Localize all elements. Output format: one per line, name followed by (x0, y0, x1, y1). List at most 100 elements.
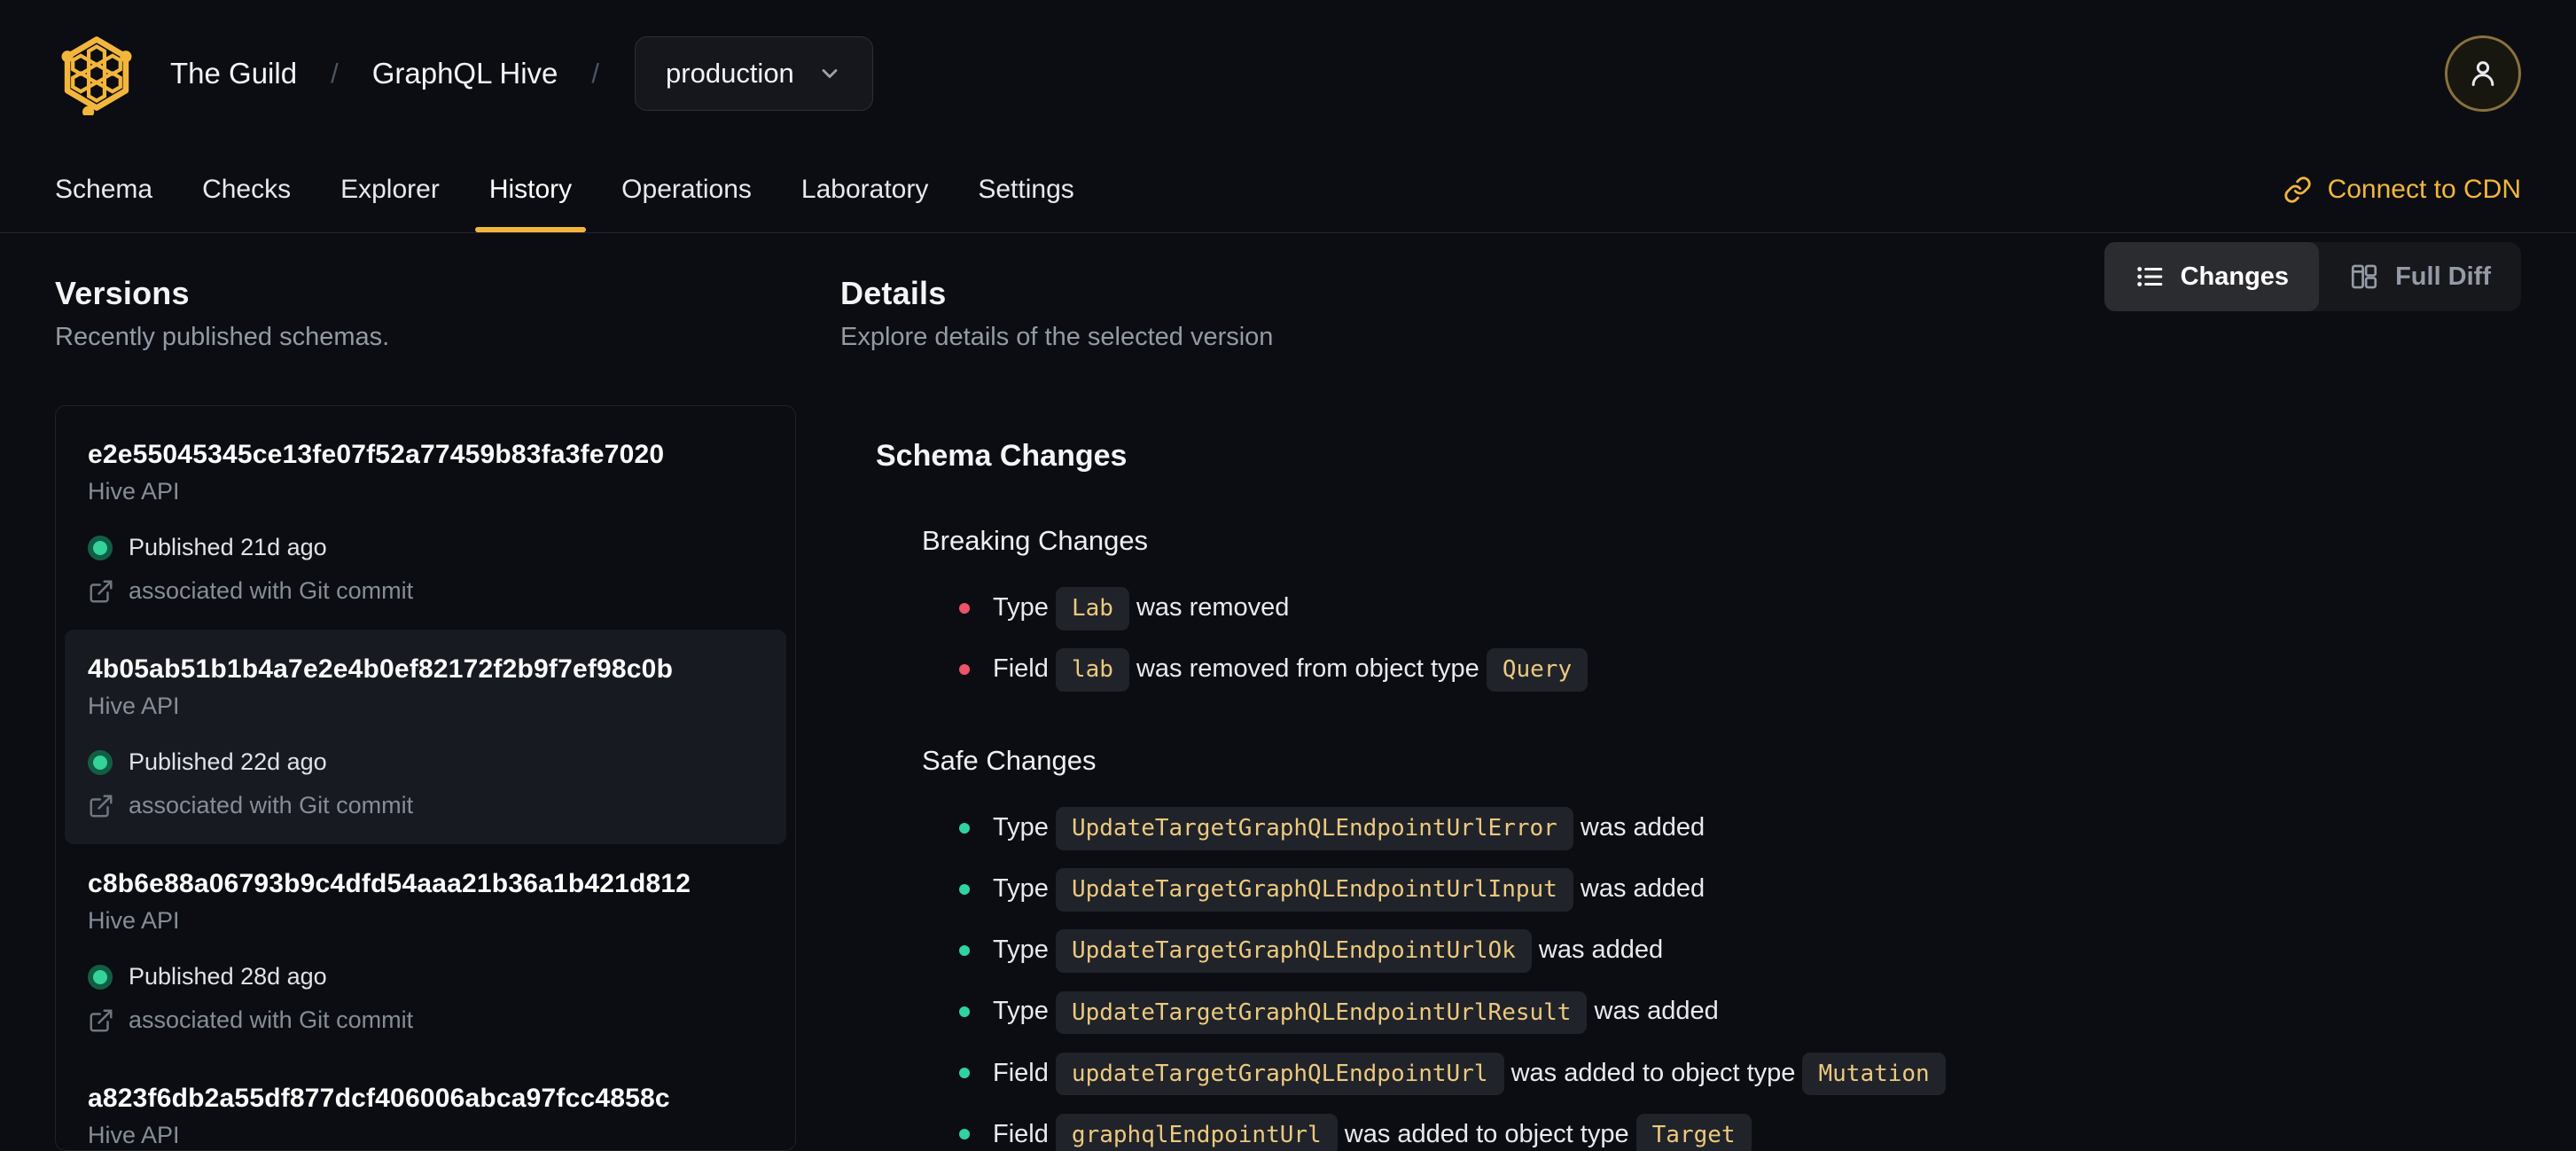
breaking-changes-list: Type Lab was removed Field lab was remove… (959, 583, 2521, 693)
changes-toggle-label: Changes (2180, 262, 2290, 291)
code-chip: Query (1486, 648, 1589, 692)
git-commit-link[interactable]: associated with Git commit (88, 577, 763, 605)
versions-list[interactable]: e2e55045345ce13fe07f52a77459b83fa3fe7020… (55, 405, 796, 1151)
versions-subtitle: Recently published schemas. (55, 323, 390, 351)
version-service: Hive API (88, 907, 180, 934)
version-hash: e2e55045345ce13fe07f52a77459b83fa3fe7020 (88, 440, 665, 469)
version-service: Hive API (88, 478, 180, 505)
version-card[interactable]: a823f6db2a55df877dcf406006abca97fcc4858c… (65, 1059, 786, 1150)
bullet-icon (959, 602, 970, 614)
tab-schema[interactable]: Schema (30, 147, 177, 232)
external-link-icon (88, 578, 114, 605)
breadcrumb-project[interactable]: GraphQL Hive (372, 57, 558, 90)
details-subtitle: Explore details of the selected version (840, 323, 1274, 351)
published-status-dot (88, 535, 113, 560)
git-commit-label: associated with Git commit (129, 577, 414, 604)
tab-checks[interactable]: Checks (177, 147, 316, 232)
git-commit-link[interactable]: associated with Git commit (88, 1006, 763, 1034)
header-top-row: The Guild / GraphQL Hive / production (55, 0, 2521, 147)
code-chip: updateTargetGraphQLEndpointUrl (1055, 1052, 1504, 1096)
change-text: Type UpdateTargetGraphQLEndpointUrlResul… (993, 987, 1719, 1036)
published-label: Published 22d ago (129, 748, 327, 775)
code-chip: UpdateTargetGraphQLEndpointUrlInput (1055, 868, 1573, 912)
connect-to-cdn-label: Connect to CDN (2327, 175, 2521, 204)
changes-toggle-button[interactable]: Changes (2104, 242, 2320, 311)
safe-changes-title: Safe Changes (922, 745, 1097, 777)
change-row: Field graphqlEndpointUrl was added to ob… (959, 1110, 2521, 1151)
change-text: Type UpdateTargetGraphQLEndpointUrlInput… (993, 865, 1705, 913)
change-row: Field lab was removed from object type Q… (959, 645, 2521, 693)
details-title: Details (840, 275, 947, 311)
list-icon (2135, 262, 2165, 292)
external-link-icon (88, 793, 114, 819)
change-row: Type UpdateTargetGraphQLEndpointUrlInput… (959, 865, 2521, 913)
version-service: Hive API (88, 693, 180, 719)
versions-panel: Versions Recently published schemas. e2e… (55, 233, 796, 1151)
tab-laboratory[interactable]: Laboratory (777, 147, 953, 232)
bullet-icon (959, 944, 970, 956)
tab-explorer[interactable]: Explorer (316, 147, 464, 232)
change-text: Type Lab was removed (993, 583, 1289, 632)
details-panel: Details Explore details of the selected … (840, 233, 2521, 1151)
tab-history[interactable]: History (464, 147, 597, 232)
safe-changes-list: Type UpdateTargetGraphQLEndpointUrlError… (959, 803, 2521, 1151)
hive-logo-icon[interactable] (55, 32, 138, 115)
code-chip: UpdateTargetGraphQLEndpointUrlResult (1055, 990, 1588, 1035)
target-selector-value: production (666, 58, 794, 89)
version-hash: c8b6e88a06793b9c4dfd54aaa21b36a1b421d812 (88, 869, 691, 898)
published-status-dot (88, 964, 113, 990)
change-row: Field updateTargetGraphQLEndpointUrl was… (959, 1049, 2521, 1098)
version-published: Published 22d ago (88, 748, 763, 776)
change-text: Field lab was removed from object type Q… (993, 645, 1589, 693)
published-status-dot (88, 749, 113, 775)
breadcrumb: The Guild / GraphQL Hive / production (170, 36, 873, 111)
graphql-hive-app: The Guild / GraphQL Hive / production Sc (0, 0, 2576, 1151)
git-commit-link[interactable]: associated with Git commit (88, 792, 763, 819)
full-diff-toggle-label: Full Diff (2395, 262, 2491, 291)
tab-operations[interactable]: Operations (597, 147, 777, 232)
version-published: Published 21d ago (88, 534, 763, 561)
version-published: Published 28d ago (88, 963, 763, 990)
code-chip: UpdateTargetGraphQLEndpointUrlOk (1055, 929, 1532, 973)
chevron-down-icon (817, 61, 842, 86)
change-row: Type UpdateTargetGraphQLEndpointUrlOk wa… (959, 926, 2521, 975)
avatar[interactable] (2445, 35, 2521, 112)
target-selector[interactable]: production (635, 36, 873, 111)
code-chip: Lab (1055, 587, 1129, 630)
change-text: Field updateTargetGraphQLEndpointUrl was… (993, 1049, 1946, 1098)
details-header: Details Explore details of the selected … (840, 233, 2521, 352)
bullet-icon (959, 822, 970, 834)
change-row: Type UpdateTargetGraphQLEndpointUrlResul… (959, 987, 2521, 1036)
tab-settings[interactable]: Settings (953, 147, 1098, 232)
code-chip: graphqlEndpointUrl (1055, 1113, 1338, 1151)
published-label: Published 21d ago (129, 534, 327, 560)
version-card[interactable]: c8b6e88a06793b9c4dfd54aaa21b36a1b421d812… (65, 844, 786, 1059)
safe-changes-group: Safe Changes Type UpdateTargetGraphQLEnd… (922, 745, 2521, 1151)
breadcrumb-org[interactable]: The Guild (170, 57, 297, 90)
code-chip: Mutation (1802, 1052, 1946, 1096)
link-icon (2283, 176, 2312, 204)
connect-to-cdn-link[interactable]: Connect to CDN (2283, 175, 2521, 205)
code-chip: UpdateTargetGraphQLEndpointUrlError (1055, 807, 1573, 850)
change-text: Type UpdateTargetGraphQLEndpointUrlOk wa… (993, 926, 1663, 975)
schema-changes-title: Schema Changes (876, 439, 1128, 473)
full-diff-toggle-button[interactable]: Full Diff (2319, 242, 2521, 311)
version-service: Hive API (88, 1122, 180, 1148)
view-toggle: Changes Full Diff (2104, 242, 2521, 311)
columns-icon (2349, 262, 2379, 292)
change-row: Type Lab was removed (959, 583, 2521, 632)
change-row: Type UpdateTargetGraphQLEndpointUrlError… (959, 803, 2521, 852)
header: The Guild / GraphQL Hive / production Sc (0, 0, 2576, 233)
breaking-changes-title: Breaking Changes (922, 525, 1149, 556)
version-card[interactable]: e2e55045345ce13fe07f52a77459b83fa3fe7020… (65, 415, 786, 630)
schema-changes-section: Schema Changes Breaking Changes Type Lab… (876, 439, 2521, 1151)
published-label: Published 28d ago (129, 963, 327, 990)
version-card[interactable]: 4b05ab51b1b4a7e2e4b0ef82172f2b9f7ef98c0b… (65, 630, 786, 844)
code-chip: Target (1635, 1113, 1752, 1151)
version-hash: a823f6db2a55df877dcf406006abca97fcc4858c (88, 1084, 670, 1113)
nav-tabs: Schema Checks Explorer History Operations Lab… (30, 147, 1099, 232)
breaking-changes-group: Breaking Changes Type Lab was removed Fie… (922, 525, 2521, 693)
bullet-icon (959, 883, 970, 895)
main-content: Versions Recently published schemas. e2e… (0, 233, 2576, 1151)
nav-row: Schema Checks Explorer History Operations Lab… (0, 147, 2576, 233)
